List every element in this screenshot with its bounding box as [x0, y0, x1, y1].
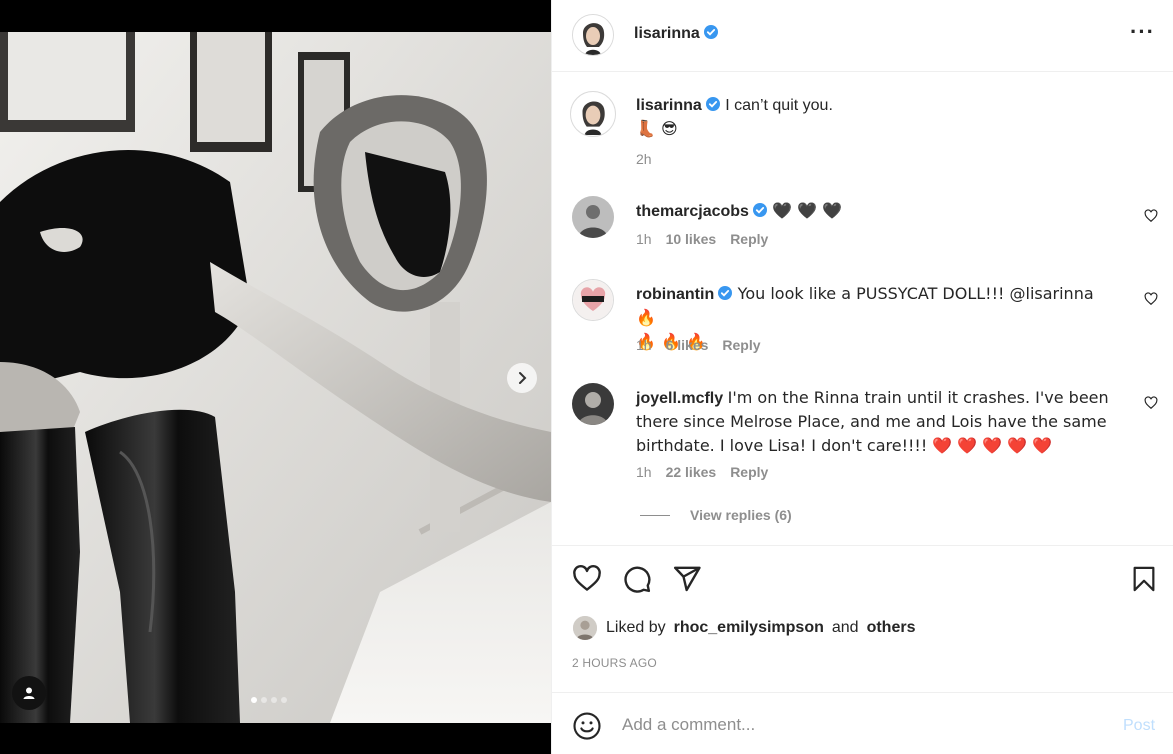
emoji-picker-icon[interactable] [572, 711, 602, 741]
carousel-dot [271, 697, 277, 703]
caption-author-avatar[interactable] [570, 91, 616, 137]
avatar-image [573, 616, 597, 640]
comment-icon[interactable] [622, 564, 652, 594]
post-comment-button[interactable]: Post [1123, 717, 1155, 735]
caption-time[interactable]: 2h [636, 151, 652, 167]
add-comment-bar: Post [552, 692, 1173, 754]
like-comment-heart-icon[interactable] [1144, 209, 1158, 223]
view-replies-button[interactable]: View replies (6) [640, 507, 792, 523]
commenter-username[interactable]: robinantin [636, 286, 714, 303]
comment-likes[interactable]: 6 likes [666, 337, 709, 353]
like-comment-heart-icon[interactable] [1144, 292, 1158, 306]
comment-likes[interactable]: 22 likes [666, 464, 717, 480]
user-icon [23, 687, 35, 699]
author-avatar[interactable] [572, 14, 614, 56]
avatar-image [573, 280, 613, 320]
view-replies-line [640, 514, 670, 516]
verified-badge-icon [718, 286, 733, 300]
comment-meta: 1h 22 likes Reply [636, 464, 768, 480]
save-bookmark-icon[interactable] [1130, 564, 1158, 594]
liked-by-user[interactable]: rhoc_emilysimpson [674, 619, 824, 637]
comment-time[interactable]: 1h [636, 231, 652, 247]
caption-body: I can’t quit you. [725, 97, 833, 114]
liked-by-and: and [831, 619, 859, 636]
like-comment-heart-icon[interactable] [1144, 396, 1158, 410]
liked-by-prefix: Liked by [606, 619, 666, 636]
like-heart-icon[interactable] [572, 564, 602, 594]
post-media-pane [0, 0, 551, 754]
liked-by-row: Liked by rhoc_emilysimpson and others [572, 615, 915, 641]
carousel-indicator [251, 697, 287, 703]
carousel-dot [261, 697, 267, 703]
liker-avatar[interactable] [572, 615, 598, 641]
photo-illustration [0, 32, 551, 723]
carousel-dot [281, 697, 287, 703]
comment-time[interactable]: 1h [636, 464, 652, 480]
post-details-pane: lisarinna ··· lisarinna I can’t quit you… [551, 0, 1173, 754]
verified-badge-icon [752, 203, 767, 217]
post-actions-bar [552, 545, 1173, 607]
comment-body: 🖤 🖤 🖤 [772, 201, 843, 220]
comments-list[interactable]: lisarinna I can’t quit you. 👢 😎 2h thema… [552, 73, 1173, 545]
commenter-avatar[interactable] [572, 196, 614, 238]
add-comment-input[interactable] [622, 711, 1092, 739]
author-username-text[interactable]: lisarinna [634, 25, 700, 42]
caption-meta: 2h [636, 151, 652, 167]
comment-text: joyell.mcfly I'm on the Rinna train unti… [636, 386, 1116, 458]
caption-username[interactable]: lisarinna [636, 97, 702, 114]
post-timestamp[interactable]: 2 HOURS AGO [572, 656, 657, 670]
commenter-avatar[interactable] [572, 383, 614, 425]
comment-meta: 1h 10 likes Reply [636, 231, 768, 247]
view-replies-label[interactable]: View replies (6) [690, 507, 792, 523]
post-photo[interactable] [0, 32, 551, 723]
carousel-dot [251, 697, 257, 703]
liked-by-others[interactable]: others [867, 619, 916, 637]
next-photo-button[interactable] [507, 363, 537, 393]
comment-text: themarcjacobs 🖤 🖤 🖤 [636, 199, 1116, 223]
avatar-image [573, 15, 613, 55]
commenter-username[interactable]: themarcjacobs [636, 203, 749, 220]
chevron-right-icon [519, 372, 527, 384]
verified-badge-icon [705, 97, 720, 111]
avatar-image [572, 93, 614, 135]
comment-likes[interactable]: 10 likes [666, 231, 717, 247]
commenter-username[interactable]: joyell.mcfly [636, 390, 723, 407]
caption-emojis: 👢 😎 [636, 119, 678, 138]
comment-time[interactable]: 1h [636, 337, 652, 353]
caption-text: lisarinna I can’t quit you. 👢 😎 [636, 94, 1116, 141]
share-icon[interactable] [672, 564, 702, 594]
reply-button[interactable]: Reply [730, 464, 768, 480]
avatar-image [572, 196, 614, 238]
commenter-avatar[interactable] [572, 279, 614, 321]
avatar-image [572, 383, 614, 425]
tagged-users-button[interactable] [12, 676, 46, 710]
reply-button[interactable]: Reply [722, 337, 760, 353]
author-username[interactable]: lisarinna [634, 24, 719, 43]
post-header: lisarinna ··· [552, 0, 1173, 72]
reply-button[interactable]: Reply [730, 231, 768, 247]
verified-badge-icon [703, 25, 718, 39]
comment-meta: 1h 6 likes Reply [636, 337, 761, 353]
more-options-button[interactable]: ··· [1130, 21, 1155, 43]
